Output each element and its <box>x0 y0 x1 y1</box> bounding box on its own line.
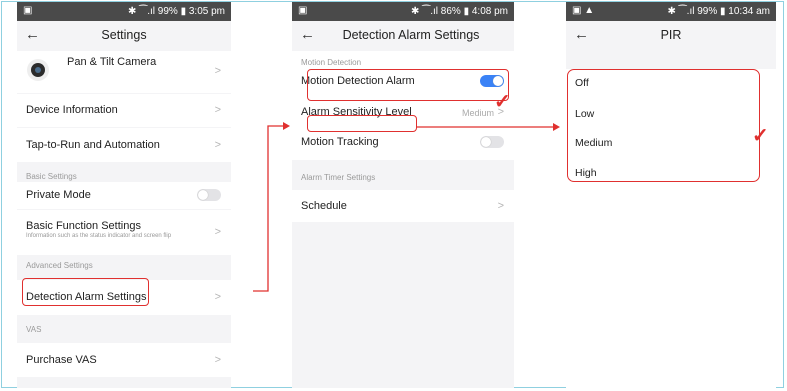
arrow-to-detection-screen <box>253 125 283 292</box>
arrowhead-icon <box>553 123 560 131</box>
arrowhead-icon <box>283 122 290 130</box>
annotation-arrows <box>253 122 560 292</box>
